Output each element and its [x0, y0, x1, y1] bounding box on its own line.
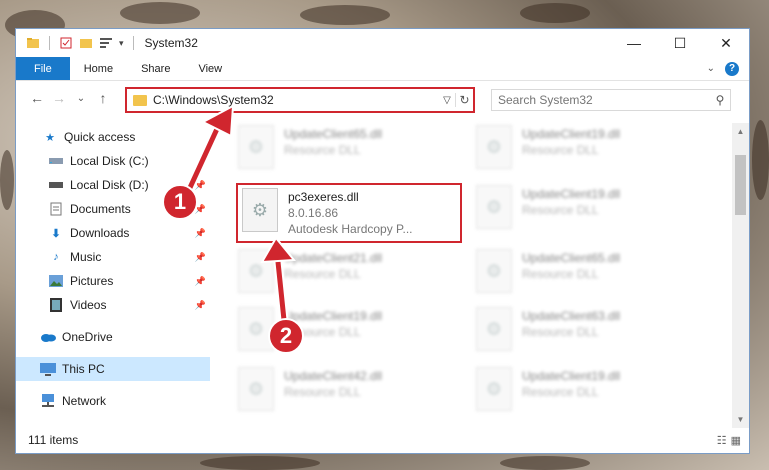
step-callout-1: 1 [162, 184, 198, 220]
arrow-to-address-bar [183, 104, 235, 197]
step-callout-2: 2 [268, 318, 304, 354]
annotation-arrows [183, 104, 297, 325]
arrow-to-file [260, 236, 297, 325]
